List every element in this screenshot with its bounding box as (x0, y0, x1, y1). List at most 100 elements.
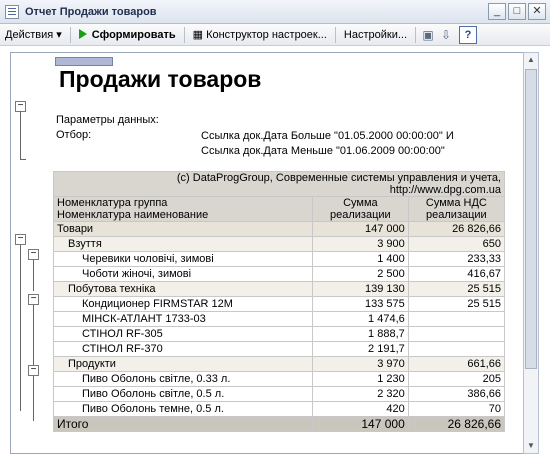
table-cell-name: СТІНОЛ RF-305 (53, 326, 313, 342)
table-row: СТІНОЛ RF-305 1 888,7 (53, 326, 506, 342)
table-row: Взуття 3 900 650 (53, 236, 506, 252)
total-label: Итого (53, 416, 313, 432)
table-cell-vat: 416,67 (407, 266, 506, 282)
table-cell-vat: 661,66 (407, 356, 506, 372)
play-icon (78, 28, 87, 39)
table-cell-sum: 133 575 (311, 296, 409, 312)
collapse-icon[interactable]: − (15, 234, 26, 245)
column-header-sum: Сумма реализации (311, 196, 409, 222)
grouping-tree: − − − − − (15, 101, 53, 451)
window-title: Отчет Продажи товаров (25, 5, 157, 18)
collapse-icon[interactable]: − (28, 249, 39, 260)
table-cell-name: Товари (53, 221, 313, 237)
total-row: Итого 147 000 26 826,66 (53, 416, 506, 432)
scroll-down-icon[interactable]: ▼ (525, 439, 537, 453)
settings-button[interactable]: Настройки... (339, 26, 412, 44)
vat-header-line: Сумма НДС (425, 197, 487, 209)
table-row: Пиво Оболонь світле, 0.5 л. 2 320 386,66 (53, 386, 506, 402)
toolbar: Действия ▾ Сформировать ▦ Конструктор на… (0, 24, 550, 46)
table-cell-vat: 26 826,66 (407, 221, 506, 237)
chevron-down-icon: ▾ (56, 28, 62, 41)
constructor-label: Конструктор настроек... (206, 28, 327, 41)
maximize-button[interactable]: □ (508, 3, 526, 20)
table-cell-vat: 386,66 (407, 386, 506, 402)
selected-cell[interactable] (55, 57, 113, 66)
table-row: МІНСК-АТЛАНТ 1733-03 1 474,6 (53, 311, 506, 327)
table-cell-name: Взуття (53, 236, 313, 252)
table-cell-sum: 2 500 (311, 266, 409, 282)
collapse-icon[interactable]: − (28, 365, 39, 376)
sum-header-line: Сумма (343, 197, 378, 209)
column-header-vat: Сумма НДС реализации (407, 196, 506, 222)
table-cell-name: Пиво Оболонь світле, 0.5 л. (53, 386, 313, 402)
actions-label: Действия (5, 28, 54, 41)
tree-line (33, 260, 34, 291)
table-cell-vat: 70 (407, 401, 506, 417)
run-button[interactable]: Сформировать (74, 26, 181, 44)
filter-label: Отбор: (56, 129, 92, 141)
table-cell-sum: 147 000 (311, 221, 409, 237)
group-header-label: Номенклатура группа (57, 197, 168, 209)
table-cell-vat: 233,33 (407, 251, 506, 267)
copyright-row: (c) DataProgGroup, Современные системы у… (53, 171, 505, 197)
table-row: СТІНОЛ RF-370 2 191,7 (53, 341, 506, 357)
tree-line (20, 111, 21, 159)
toolbar-separator (69, 26, 71, 43)
table-cell-vat: 25 515 (407, 296, 506, 312)
table-row: Пиво Оболонь темне, 0.5 л. 420 70 (53, 401, 506, 417)
help-button[interactable]: ? (459, 25, 478, 44)
actions-menu[interactable]: Действия ▾ (0, 26, 67, 44)
table-cell-sum: 3 900 (311, 236, 409, 252)
settings-constructor-button[interactable]: ▦ Конструктор настроек... (188, 26, 332, 44)
table-row: Товари 147 000 26 826,66 (53, 221, 506, 237)
sales-report-table: (c) DataProgGroup, Современные системы у… (53, 171, 506, 432)
report-title: Продажи товаров (59, 66, 262, 92)
table-cell-name: СТІНОЛ RF-370 (53, 341, 313, 357)
close-button[interactable]: ✕ (528, 3, 546, 20)
scroll-up-icon[interactable]: ▲ (525, 53, 537, 67)
run-label: Сформировать (91, 28, 176, 41)
table-cell-name: Чоботи жіночі, зимові (53, 266, 313, 282)
vat-header-line: реализации (426, 209, 487, 221)
scroll-thumb[interactable] (525, 69, 537, 369)
table-cell-sum: 420 (311, 401, 409, 417)
table-cell-sum: 2 191,7 (311, 341, 409, 357)
table-cell-sum: 1 230 (311, 371, 409, 387)
table-cell-sum: 3 970 (311, 356, 409, 372)
table-cell-vat (407, 326, 506, 342)
filter-value: Ссылка док.Дата Больше "01.05.2000 00:00… (201, 129, 454, 159)
report-document[interactable]: Продажи товаров Параметры данных: Отбор:… (10, 52, 524, 454)
table-cell-name: Пиво Оболонь темне, 0.5 л. (53, 401, 313, 417)
vertical-scrollbar[interactable]: ▲ ▼ (523, 52, 539, 454)
toolbar-separator (183, 26, 185, 43)
table-row: Продукти 3 970 661,66 (53, 356, 506, 372)
table-row: Побутова техніка 139 130 25 515 (53, 281, 506, 297)
minimize-button[interactable]: _ (488, 3, 506, 20)
data-parameters-label: Параметры данных: (56, 114, 159, 126)
table-row: Черевики чоловічі, зимові 1 400 233,33 (53, 251, 506, 267)
table-cell-sum: 1 888,7 (311, 326, 409, 342)
toolbar-separator (415, 26, 417, 43)
toolbar-separator (334, 26, 336, 43)
table-row: Пиво Оболонь світле, 0.33 л. 1 230 205 (53, 371, 506, 387)
table-cell-vat (407, 311, 506, 327)
table-cell-vat (407, 341, 506, 357)
tree-line (20, 245, 21, 411)
collapse-icon[interactable]: − (28, 294, 39, 305)
table-cell-vat: 650 (407, 236, 506, 252)
total-sum: 147 000 (311, 416, 409, 432)
table-cell-name: Пиво Оболонь світле, 0.33 л. (53, 371, 313, 387)
window-controls: _ □ ✕ (488, 3, 546, 20)
table-cell-name: Черевики чоловічі, зимові (53, 251, 313, 267)
tree-line (33, 376, 34, 421)
table-cell-name: Побутова техніка (53, 281, 313, 297)
table-row: Чоботи жіночі, зимові 2 500 416,67 (53, 266, 506, 282)
copy-icon[interactable]: ▣ (419, 26, 437, 44)
table-row: Кондиционер FIRMSTAR 12M 133 575 25 515 (53, 296, 506, 312)
table-cell-vat: 205 (407, 371, 506, 387)
table-header-row: Номенклатура группа Номенклатура наимено… (53, 196, 506, 222)
name-header-label: Номенклатура наименование (57, 209, 209, 221)
transfer-icon[interactable]: ⇩ (437, 26, 455, 44)
filter-line: Ссылка док.Дата Меньше "01.06.2009 00:00… (201, 145, 445, 157)
table-cell-sum: 1 400 (311, 251, 409, 267)
